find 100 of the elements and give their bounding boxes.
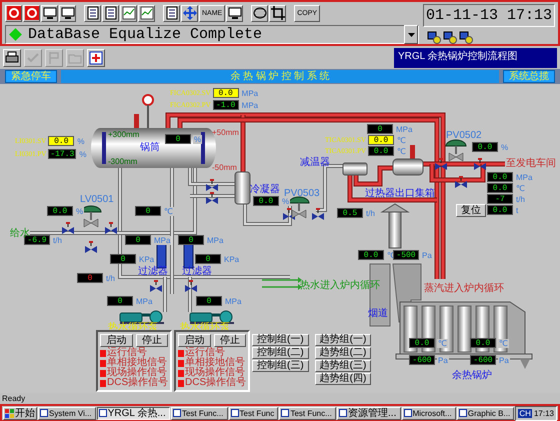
- taskbar-item[interactable]: System Vi...: [38, 406, 96, 420]
- pump-command-button[interactable]: 停止: [136, 334, 168, 347]
- valve-icon: [105, 222, 117, 234]
- control-group-button[interactable]: 控制组(一): [252, 334, 309, 346]
- document-button[interactable]: [84, 4, 101, 22]
- valve-icon: [185, 280, 197, 292]
- network-icon[interactable]: [459, 31, 473, 44]
- unit-label: MPa: [395, 124, 414, 134]
- alarm-button[interactable]: [23, 4, 40, 22]
- value-display: -600: [470, 355, 496, 365]
- dropdown-button[interactable]: [404, 25, 418, 44]
- inlet-arrow-drawing: [261, 277, 302, 290]
- message-combo[interactable]: DataBase Equalize Complete: [5, 25, 419, 44]
- unit-label: t/h: [52, 236, 63, 244]
- value-display: -7: [487, 194, 513, 204]
- unit-label: MPa: [240, 100, 260, 110]
- valve-icon: [206, 179, 218, 191]
- caret-icon: [408, 32, 414, 36]
- input-method-indicator[interactable]: CH: [518, 408, 532, 418]
- start-button[interactable]: 开始: [3, 406, 37, 420]
- monitor-button[interactable]: [59, 4, 76, 22]
- signal-label: 运行信号: [107, 348, 147, 358]
- printer-button[interactable]: [3, 49, 21, 67]
- trend-group-button[interactable]: 趋势组(二): [314, 347, 372, 359]
- diagram-label: PV0503: [284, 188, 320, 199]
- value-display: 0.0: [487, 205, 513, 215]
- control-group-button[interactable]: 控制组(二): [252, 347, 309, 359]
- chart-button[interactable]: [120, 4, 137, 22]
- taskbar-item[interactable]: 资源管理...: [337, 406, 401, 420]
- unit-label: KPa: [138, 254, 156, 264]
- signal-label: 现场操作信号: [185, 368, 245, 378]
- document-button[interactable]: [102, 4, 119, 22]
- value-display: 0.0: [358, 250, 384, 260]
- monitor-icon: [42, 5, 57, 21]
- crop-button[interactable]: [269, 4, 286, 22]
- document-icon: [164, 5, 179, 21]
- diagram-label: 过滤器: [138, 266, 168, 277]
- diagram-label: +300mm: [108, 129, 140, 140]
- reset-button[interactable]: 复位: [456, 204, 486, 217]
- value-display: -1.0: [212, 100, 239, 110]
- unit-label: MPa: [224, 296, 242, 306]
- taskbar-item[interactable]: YRGL 余热...: [96, 406, 170, 420]
- value-display: 0: [77, 273, 103, 283]
- unit-label: ℃: [515, 184, 526, 192]
- unit-label: %: [75, 206, 84, 216]
- value-display: 0: [107, 296, 133, 306]
- disk-button[interactable]: [251, 4, 268, 22]
- document-button[interactable]: [163, 4, 180, 22]
- unit-label: MPa: [240, 88, 260, 98]
- system-title-bar: 余 热 锅 炉 控 制 系 统: [61, 70, 499, 83]
- window-icon: [458, 409, 467, 417]
- pump-command-button[interactable]: 启动: [100, 334, 132, 347]
- taskbar-item[interactable]: Graphic B...: [456, 406, 514, 420]
- arrows-button[interactable]: [181, 4, 198, 22]
- taskbar-item[interactable]: Test Func: [228, 406, 278, 420]
- unit-label: t/h: [365, 208, 376, 218]
- window-icon: [98, 409, 107, 417]
- unit-label: MPa: [153, 236, 172, 244]
- diagram-label: PV0502: [446, 130, 482, 141]
- value-display: -500: [393, 250, 419, 260]
- pump-command-button[interactable]: 启动: [178, 334, 210, 347]
- screen-title: YRGL 余热锅炉控制流程图: [394, 48, 557, 68]
- unit-label: KPa: [223, 254, 240, 264]
- trend-group-button[interactable]: 趋势组(四): [314, 373, 372, 385]
- diagram-label: 蒸汽进入炉内循环: [424, 283, 504, 294]
- value-display: 0: [135, 206, 161, 216]
- monitor-button[interactable]: [41, 4, 58, 22]
- monitor-icon: [227, 5, 242, 21]
- trend-group-button[interactable]: 趋势组(一): [314, 334, 372, 346]
- value-display: -17.3: [48, 149, 76, 159]
- alarm-button[interactable]: [5, 4, 22, 22]
- add-button[interactable]: [87, 49, 105, 67]
- clock-display: 01-11-13 17:13: [423, 4, 555, 27]
- value-display: 0: [367, 124, 393, 134]
- value-display: 0: [165, 134, 191, 144]
- value-display: -6.9: [24, 235, 50, 245]
- network-icon[interactable]: [427, 31, 441, 44]
- pump-command-button[interactable]: 停止: [214, 334, 246, 347]
- window-icon: [230, 409, 239, 417]
- trend-group-button[interactable]: 趋势组(三): [314, 360, 372, 372]
- value-display: 0.0: [472, 142, 498, 152]
- value-display: 0.5: [337, 208, 363, 218]
- value-display: 0.0: [487, 183, 513, 193]
- signal-label: DCS操作信号: [107, 378, 168, 388]
- window-icon: [281, 409, 290, 417]
- taskbar-item[interactable]: Microsoft...: [402, 406, 456, 420]
- alarm-icon: [6, 5, 21, 21]
- taskbar-item[interactable]: Test Func...: [170, 406, 228, 420]
- unit-label: ℃: [396, 146, 408, 156]
- value-display: 0.0: [48, 136, 74, 146]
- unit-label: %: [78, 150, 88, 158]
- valve-icon: [435, 158, 447, 170]
- control-group-button[interactable]: 控制组(三): [252, 360, 309, 372]
- valve-icon: [455, 176, 467, 188]
- network-icon[interactable]: [443, 31, 457, 44]
- chart-button[interactable]: [138, 4, 155, 22]
- monitor-button[interactable]: [226, 4, 244, 22]
- diagram-label: 热水进入炉内循环: [300, 280, 380, 291]
- condenser-drawing: [234, 172, 250, 204]
- taskbar-item[interactable]: Test Func...: [279, 406, 336, 420]
